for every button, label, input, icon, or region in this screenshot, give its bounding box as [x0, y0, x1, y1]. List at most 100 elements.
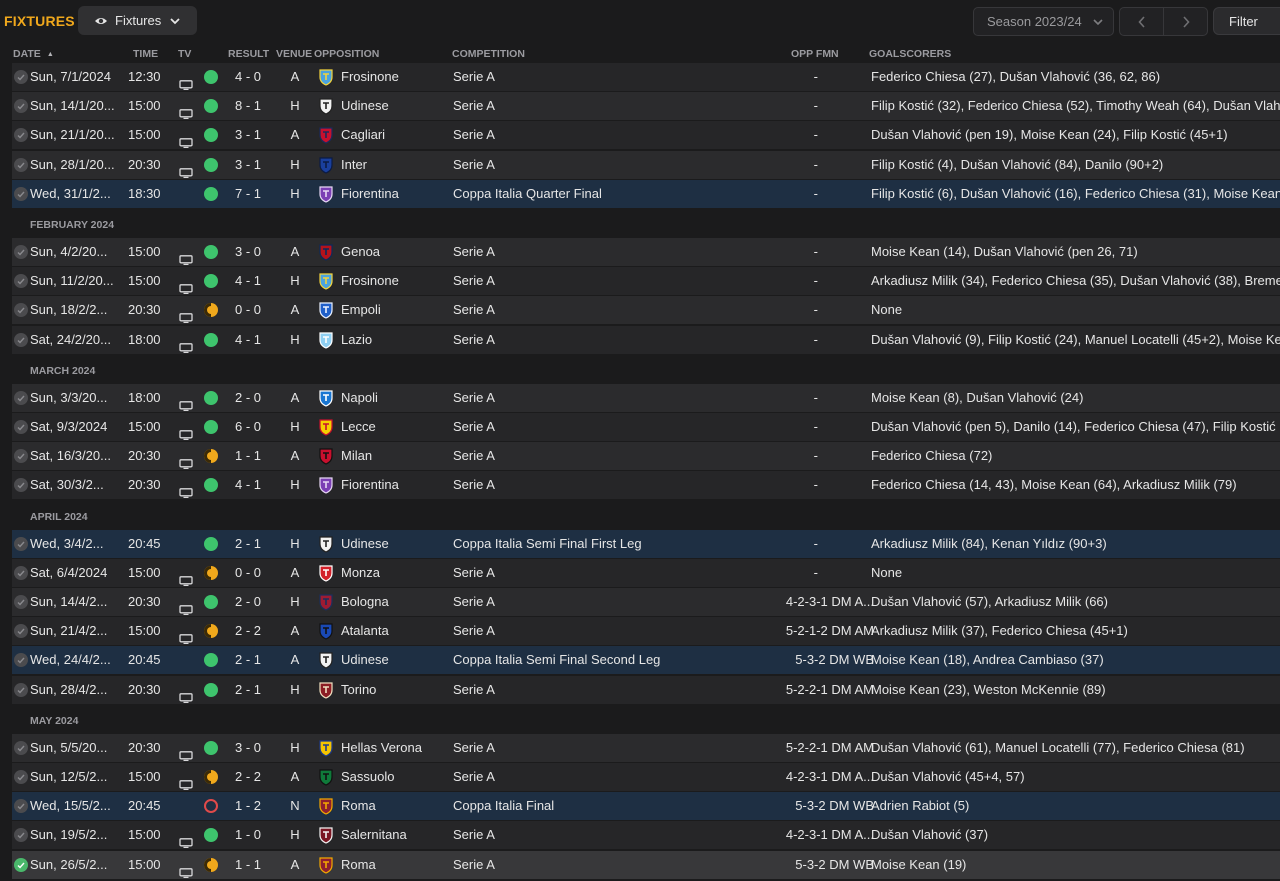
fixture-result[interactable]: 1 - 1	[218, 442, 278, 470]
fixture-result[interactable]: 4 - 0	[218, 63, 278, 91]
opposition-name[interactable]: Roma	[341, 792, 376, 820]
opposition-name[interactable]: Sassuolo	[341, 763, 394, 791]
column-goalscorers[interactable]: GOALSCORERS	[869, 48, 951, 60]
fixture-result[interactable]: 2 - 0	[218, 384, 278, 412]
fixture-row[interactable]: Sun, 21/4/2... 15:00 2 - 2 A Atalanta Serie A…	[12, 617, 1280, 646]
competition-name[interactable]: Serie A	[453, 267, 495, 295]
fixture-date[interactable]: Sat, 16/3/20...	[30, 442, 111, 470]
fixture-result[interactable]: 3 - 0	[218, 734, 278, 762]
opposition-name[interactable]: Cagliari	[341, 121, 385, 149]
fixture-result[interactable]: 4 - 1	[218, 267, 278, 295]
competition-name[interactable]: Serie A	[453, 471, 495, 499]
fixture-date[interactable]: Sun, 3/3/20...	[30, 384, 107, 412]
fixture-row[interactable]: Sun, 12/5/2... 15:00 2 - 2 A Sassuolo Serie A…	[12, 763, 1280, 791]
column-opp-fmn[interactable]: OPP FMN	[791, 48, 839, 60]
fixture-date[interactable]: Sun, 21/4/2...	[30, 617, 107, 645]
check-circle-icon[interactable]	[14, 245, 28, 259]
fixture-result[interactable]: 6 - 0	[218, 413, 278, 441]
fixture-result[interactable]: 7 - 1	[218, 180, 278, 208]
check-circle-icon[interactable]	[14, 186, 28, 201]
opposition-name[interactable]: Fiorentina	[341, 180, 399, 208]
opposition-name[interactable]: Milan	[341, 442, 372, 470]
fixture-date[interactable]: Sat, 6/4/2024	[30, 559, 107, 587]
fixture-date[interactable]: Sun, 28/1/20...	[30, 151, 115, 179]
competition-name[interactable]: Coppa Italia Quarter Final	[453, 180, 602, 208]
column-competition[interactable]: COMPETITION	[452, 48, 525, 60]
opposition-name[interactable]: Inter	[341, 151, 367, 179]
opposition-name[interactable]: Fiorentina	[341, 471, 399, 499]
fixture-date[interactable]: Sun, 12/5/2...	[30, 763, 107, 791]
competition-name[interactable]: Serie A	[453, 296, 495, 324]
opposition-name[interactable]: Roma	[341, 851, 376, 879]
fixture-result[interactable]: 3 - 1	[218, 121, 278, 149]
check-circle-icon[interactable]	[14, 799, 28, 814]
fixture-result[interactable]: 4 - 1	[218, 326, 278, 354]
opposition-name[interactable]: Lazio	[341, 326, 372, 354]
check-circle-icon[interactable]	[14, 624, 28, 639]
check-circle-icon[interactable]	[14, 740, 28, 755]
fixture-result[interactable]: 2 - 2	[218, 763, 278, 791]
fixture-date[interactable]: Sun, 21/1/20...	[30, 121, 115, 149]
fixture-row[interactable]: Sat, 6/4/2024 15:00 0 - 0 A Monza Serie A - Non…	[12, 558, 1280, 587]
fixture-row[interactable]: Sun, 3/3/20... 18:00 2 - 0 A Napoli Serie A - M…	[12, 383, 1280, 412]
check-circle-icon[interactable]	[14, 682, 28, 697]
fixture-row[interactable]: Sat, 9/3/2024 15:00 6 - 0 H Lecce Serie A - Duš…	[12, 413, 1280, 441]
competition-name[interactable]: Serie A	[453, 588, 495, 616]
fixture-row[interactable]: Sun, 7/1/2024 12:30 4 - 0 A Frosinone Serie A…	[12, 63, 1280, 91]
fixture-row[interactable]: Wed, 15/5/2... 20:45 1 - 2 N Roma Coppa Itali…	[12, 792, 1280, 821]
opposition-name[interactable]: Frosinone	[341, 267, 399, 295]
competition-name[interactable]: Serie A	[453, 851, 495, 879]
fixture-date[interactable]: Wed, 3/4/2...	[30, 530, 103, 558]
fixture-date[interactable]: Sat, 30/3/2...	[30, 471, 104, 499]
opposition-name[interactable]: Genoa	[341, 238, 380, 266]
fixture-date[interactable]: Sun, 11/2/20...	[30, 267, 114, 295]
column-date[interactable]: DATE ▲	[13, 48, 54, 60]
check-circle-icon[interactable]	[14, 828, 28, 843]
fixture-date[interactable]: Sat, 24/2/20...	[30, 326, 111, 354]
opposition-name[interactable]: Frosinone	[341, 63, 399, 91]
column-result[interactable]: RESULT	[228, 48, 269, 60]
fixture-date[interactable]: Sun, 14/4/2...	[30, 588, 107, 616]
fixture-result[interactable]: 2 - 0	[218, 588, 278, 616]
fixture-row[interactable]: Wed, 24/4/2... 20:45 2 - 1 A Udinese Coppa It…	[12, 646, 1280, 675]
fixture-result[interactable]: 1 - 1	[218, 851, 278, 879]
competition-name[interactable]: Coppa Italia Final	[453, 792, 554, 820]
competition-name[interactable]: Serie A	[453, 326, 495, 354]
fixture-result[interactable]: 1 - 0	[218, 821, 278, 849]
opposition-name[interactable]: Udinese	[341, 92, 389, 120]
fixture-row[interactable]: Sun, 14/4/2... 20:30 2 - 0 H Bologna Serie A 4…	[12, 588, 1280, 616]
season-selector[interactable]: Season 2023/24	[973, 7, 1114, 36]
check-circle-icon[interactable]	[14, 478, 28, 493]
fixture-row[interactable]: Sun, 28/4/2... 20:30 2 - 1 H Torino Serie A 5-…	[12, 675, 1280, 704]
fixture-result[interactable]: 8 - 1	[218, 92, 278, 120]
column-venue[interactable]: VENUE	[276, 48, 312, 60]
check-circle-icon[interactable]	[14, 303, 28, 318]
fixture-row[interactable]: Sun, 19/5/2... 15:00 1 - 0 H Salernitana Seri…	[12, 821, 1280, 850]
check-circle-icon[interactable]	[14, 390, 28, 405]
opposition-name[interactable]: Monza	[341, 559, 380, 587]
fixture-date[interactable]: Sun, 26/5/2...	[30, 851, 107, 879]
opposition-name[interactable]: Salernitana	[341, 821, 407, 849]
fixture-row[interactable]: Wed, 3/4/2... 20:45 2 - 1 H Udinese Coppa Ita…	[12, 529, 1280, 558]
check-circle-icon[interactable]	[14, 420, 28, 434]
fixture-row[interactable]: Sun, 21/1/20... 15:00 3 - 1 A Cagliari Serie …	[12, 121, 1280, 150]
competition-name[interactable]: Serie A	[453, 442, 495, 470]
view-dropdown[interactable]: Fixtures	[78, 6, 197, 35]
fixture-result[interactable]: 1 - 2	[218, 792, 278, 820]
competition-name[interactable]: Coppa Italia Semi Final Second Leg	[453, 646, 660, 674]
competition-name[interactable]: Serie A	[453, 763, 495, 791]
next-season-button[interactable]	[1163, 7, 1208, 36]
fixture-date[interactable]: Sat, 9/3/2024	[30, 413, 107, 441]
competition-name[interactable]: Serie A	[453, 384, 495, 412]
check-circle-icon[interactable]	[14, 332, 28, 347]
competition-name[interactable]: Coppa Italia Semi Final First Leg	[453, 530, 642, 558]
fixture-result[interactable]: 2 - 1	[218, 530, 278, 558]
fixture-date[interactable]: Wed, 24/4/2...	[30, 646, 111, 674]
check-circle-icon[interactable]	[14, 449, 28, 464]
fixture-date[interactable]: Wed, 31/1/2...	[30, 180, 111, 208]
competition-name[interactable]: Serie A	[453, 151, 495, 179]
check-circle-icon[interactable]	[14, 274, 28, 289]
competition-name[interactable]: Serie A	[453, 92, 495, 120]
fixture-result[interactable]: 2 - 1	[218, 646, 278, 674]
fixture-date[interactable]: Sun, 28/4/2...	[30, 676, 107, 704]
